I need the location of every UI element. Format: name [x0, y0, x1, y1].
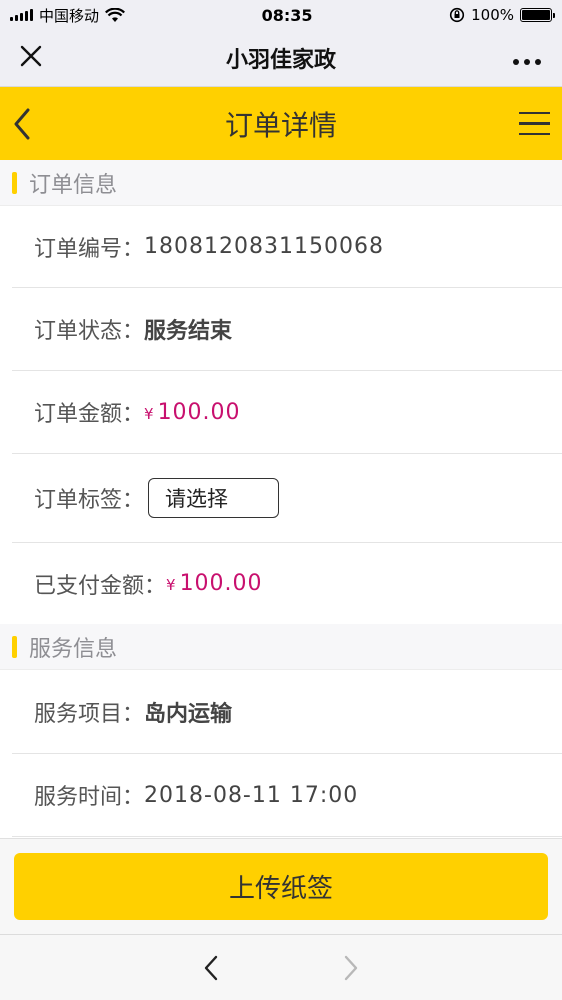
- carrier-name: 中国移动: [39, 6, 100, 25]
- service-item-label: 服务项目：: [34, 701, 145, 727]
- order-status-label: 订单状态：: [34, 319, 145, 344]
- paid-amount-label: 已支付金额：: [34, 573, 167, 599]
- status-bar: 中国移动 08:35 100%: [0, 0, 562, 30]
- signal-icon: [10, 9, 33, 21]
- hamburger-menu-icon: [518, 111, 550, 115]
- order-status-row: 订单状态： 服务结束: [12, 288, 562, 371]
- paid-amount-value: ¥100.00: [166, 571, 263, 596]
- wechat-title: 小羽佳家政: [225, 48, 336, 73]
- browser-forward-icon: [344, 955, 358, 980]
- close-icon: [20, 45, 42, 67]
- service-item-row: 服务项目： 岛内运输: [12, 670, 562, 754]
- order-tag-row: 订单标签： 请选择: [12, 454, 562, 543]
- section-accent-bar: [12, 635, 17, 658]
- currency-symbol: ¥: [166, 576, 177, 594]
- upload-paper-signature-button[interactable]: 上传纸签: [14, 853, 548, 920]
- service-time-value: 2018-08-11 17:00: [144, 782, 359, 808]
- status-left: 中国移动: [10, 5, 125, 26]
- browser-back-icon: [204, 955, 218, 980]
- service-item-value: 岛内运输: [144, 701, 233, 727]
- wifi-icon: [105, 7, 125, 22]
- back-button[interactable]: [12, 108, 52, 140]
- currency-symbol: ¥: [144, 404, 155, 423]
- order-tag-select[interactable]: 请选择: [148, 478, 280, 518]
- service-info-title: 服务信息: [29, 636, 118, 662]
- order-number-value: 1808120831150068: [144, 234, 384, 259]
- browser-back-button[interactable]: [196, 948, 226, 988]
- bottom-action-area: 上传纸签: [0, 838, 562, 934]
- app-header: 订单详情: [0, 87, 562, 160]
- section-accent-bar: [12, 171, 17, 194]
- close-button[interactable]: [20, 43, 60, 73]
- rotation-lock-icon: [450, 7, 465, 23]
- status-right: 100%: [449, 6, 555, 24]
- browser-forward-button[interactable]: [336, 948, 366, 988]
- service-time-row: 服务时间： 2018-08-11 17:00: [12, 754, 562, 837]
- browser-nav-bar: [0, 934, 562, 1000]
- wechat-nav-bar: 小羽佳家政: [0, 30, 562, 87]
- battery-percent: 100%: [471, 6, 514, 24]
- order-amount-value: ¥100.00: [144, 400, 241, 425]
- order-number-row: 订单编号： 1808120831150068: [12, 206, 562, 288]
- order-number-label: 订单编号：: [34, 236, 145, 262]
- service-info-section-header: 服务信息: [0, 624, 562, 670]
- order-info-title: 订单信息: [29, 172, 118, 198]
- order-amount-row: 订单金额： ¥100.00: [12, 371, 562, 454]
- order-amount-label: 订单金额：: [34, 402, 145, 427]
- page-title: 订单详情: [224, 108, 337, 142]
- more-options-button[interactable]: [502, 45, 542, 71]
- battery-icon: [520, 8, 555, 22]
- order-status-value: 服务结束: [144, 319, 233, 344]
- paid-amount-row: 已支付金额： ¥100.00: [12, 543, 562, 624]
- menu-button[interactable]: [510, 111, 550, 136]
- paid-amount-number: 100.00: [179, 571, 263, 596]
- chevron-left-icon: [14, 108, 30, 139]
- service-time-label: 服务时间：: [34, 785, 145, 810]
- more-dots-icon: [512, 59, 541, 65]
- order-detail-content[interactable]: 订单信息 订单编号： 1808120831150068 订单状态： 服务结束 订…: [0, 160, 562, 838]
- order-amount-number: 100.00: [157, 399, 241, 425]
- status-time: 08:35: [261, 5, 313, 25]
- order-tag-label: 订单标签：: [34, 488, 145, 513]
- order-info-section-header: 订单信息: [0, 160, 562, 206]
